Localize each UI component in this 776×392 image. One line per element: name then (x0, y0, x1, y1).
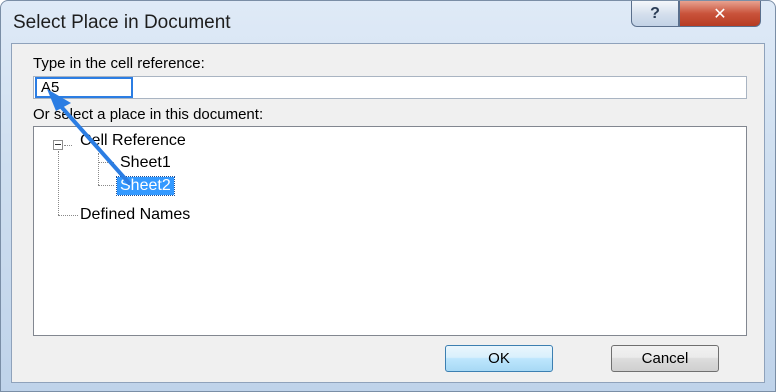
help-icon: ? (650, 4, 660, 22)
cancel-button[interactable]: Cancel (611, 345, 719, 372)
tree-node-sheet2[interactable]: Sheet2 (116, 176, 175, 196)
ok-button[interactable]: OK (445, 345, 553, 372)
cell-reference-input[interactable]: A5 (33, 76, 747, 99)
dialog-title: Select Place in Document (13, 12, 231, 33)
tree-node-sheet1[interactable]: Sheet1 (120, 154, 171, 172)
close-icon: ✕ (713, 5, 727, 23)
cell-reference-value: A5 (35, 77, 133, 98)
ok-button-label: OK (488, 350, 510, 367)
collapse-icon[interactable] (53, 140, 63, 150)
close-button[interactable]: ✕ (679, 1, 761, 27)
tree-connector (64, 145, 72, 146)
tree-node-defined-names[interactable]: Defined Names (80, 206, 190, 224)
document-places-tree[interactable]: Cell Reference Sheet1 Sheet2 Defined Nam… (33, 126, 747, 336)
title-bar[interactable]: Select Place in Document ? ✕ (1, 1, 775, 43)
select-place-dialog: Select Place in Document ? ✕ Type in the… (0, 0, 776, 392)
cell-reference-label: Type in the cell reference: (33, 55, 205, 72)
tree-connector (98, 185, 114, 186)
tree-connector (58, 215, 78, 216)
tree-connector (58, 151, 59, 215)
tree-connector (98, 162, 114, 163)
cancel-button-label: Cancel (641, 350, 689, 367)
tree-node-cell-reference[interactable]: Cell Reference (80, 132, 186, 150)
help-button[interactable]: ? (631, 1, 679, 27)
select-place-label: Or select a place in this document: (33, 106, 264, 123)
dialog-body: Type in the cell reference: A5 Or select… (11, 43, 765, 383)
tree-connector (98, 153, 99, 185)
